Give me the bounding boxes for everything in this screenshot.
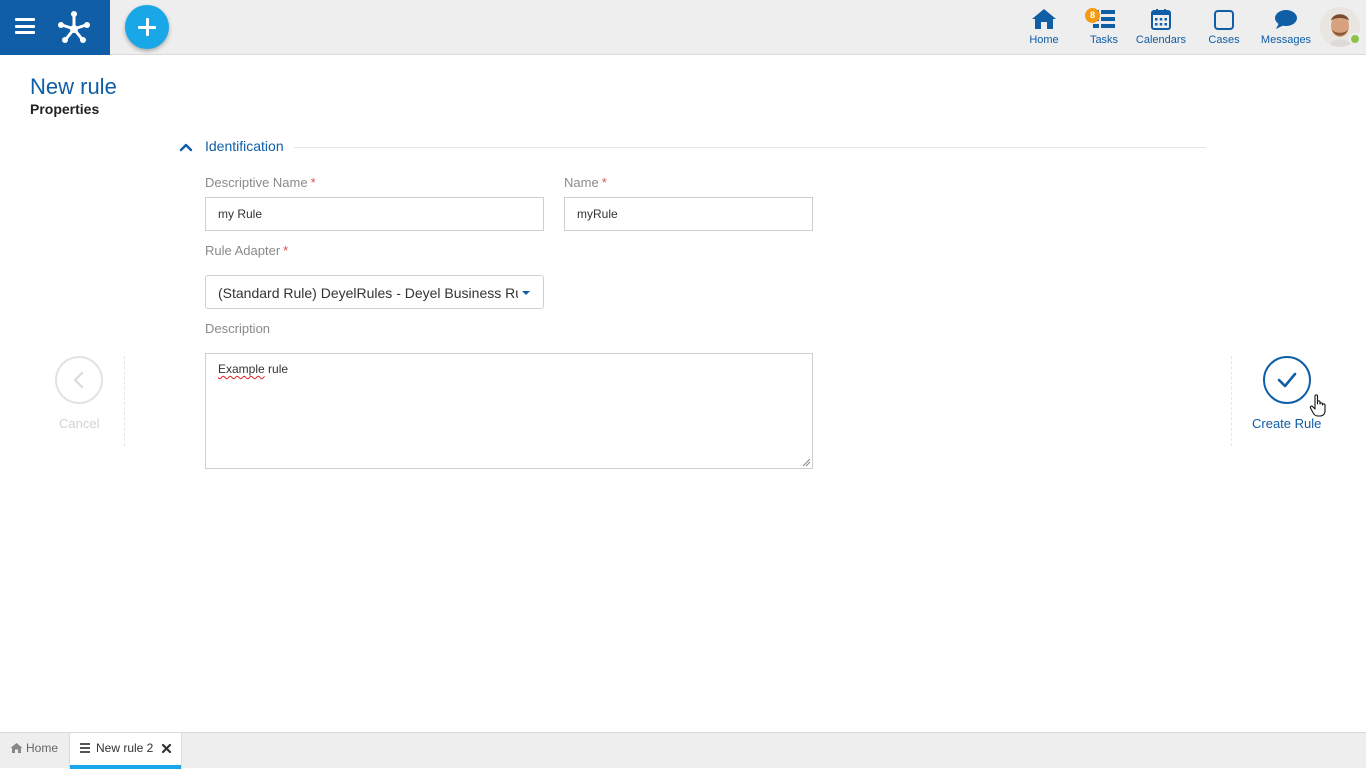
tab-new-rule[interactable]: New rule 2 (69, 733, 182, 769)
nav-tasks[interactable]: 8 Tasks (1084, 0, 1124, 55)
tab-home-label: Home (26, 741, 59, 755)
rule-adapter-select[interactable]: (Standard Rule) DeyelRules - Deyel Busin… (205, 275, 544, 309)
calendar-icon (1151, 9, 1171, 30)
nav-home-label: Home (1029, 34, 1059, 46)
nav-tasks-label: Tasks (1089, 34, 1119, 46)
name-label-text: Name (564, 175, 599, 190)
cancel-circle (55, 356, 103, 404)
identification-section-header[interactable]: Identification (178, 137, 1206, 157)
misspelled-word: Example (218, 362, 265, 376)
close-icon[interactable] (161, 743, 172, 754)
brand-area (0, 0, 110, 55)
nav-messages-label: Messages (1260, 34, 1312, 46)
nav-cases[interactable]: Cases (1204, 0, 1244, 55)
resize-grip-icon[interactable] (802, 458, 811, 467)
description-label: Description (205, 321, 270, 336)
descriptive-name-label: Descriptive Name * (205, 175, 316, 190)
home-icon (10, 743, 23, 753)
chevron-up-icon[interactable] (178, 139, 194, 155)
required-mark: * (601, 175, 607, 190)
nav-calendars-label: Calendars (1135, 34, 1187, 46)
tab-home[interactable]: Home (0, 733, 68, 769)
create-circle (1263, 356, 1311, 404)
description-value-rest: rule (264, 362, 289, 376)
cancel-label: Cancel (59, 416, 100, 431)
nav-home[interactable]: Home (1024, 0, 1064, 55)
descriptive-name-input[interactable] (205, 197, 544, 231)
section-divider (294, 147, 1206, 148)
rule-adapter-selected-value: (Standard Rule) DeyelRules - Deyel Busin… (218, 285, 518, 301)
form-icon (80, 743, 90, 753)
cases-icon (1214, 10, 1234, 30)
nav-calendars[interactable]: Calendars (1134, 0, 1188, 55)
description-value: Example rule (218, 362, 288, 376)
nav-messages[interactable]: Messages (1259, 0, 1313, 55)
left-separator (124, 356, 125, 446)
required-mark: * (310, 175, 316, 190)
description-label-text: Description (205, 321, 271, 336)
create-rule-label: Create Rule (1252, 416, 1322, 431)
bottom-tab-bar: Home New rule 2 (0, 732, 1366, 769)
message-icon (1275, 10, 1297, 29)
add-button[interactable] (125, 5, 169, 49)
descriptive-name-label-text: Descriptive Name (205, 175, 308, 190)
nav-cases-label: Cases (1208, 34, 1240, 46)
rule-adapter-label-text: Rule Adapter (205, 243, 281, 258)
name-input[interactable] (564, 197, 813, 231)
right-separator (1231, 356, 1232, 446)
chevron-left-icon (73, 371, 84, 389)
tasks-badge: 8 (1085, 8, 1100, 23)
online-status-indicator (1349, 33, 1361, 45)
required-mark: * (283, 243, 289, 258)
name-label: Name * (564, 175, 607, 190)
description-textarea[interactable]: Example rule (205, 353, 813, 469)
tab-new-rule-label: New rule 2 (96, 741, 154, 755)
rule-adapter-label: Rule Adapter * (205, 243, 288, 258)
caret-down-icon (522, 291, 530, 295)
cancel-button[interactable]: Cancel (55, 356, 103, 436)
home-icon (1032, 9, 1056, 29)
hamburger-menu-icon[interactable] (15, 18, 35, 34)
section-title: Identification (205, 138, 284, 154)
hand-cursor-icon (1309, 394, 1326, 417)
check-icon (1277, 372, 1297, 388)
page-title: New rule (30, 74, 117, 99)
deyel-logo-icon[interactable] (56, 9, 92, 45)
top-bar: Home 8 Tasks Calendars Cases Messages (0, 0, 1366, 55)
page-subtitle: Properties (30, 101, 100, 117)
